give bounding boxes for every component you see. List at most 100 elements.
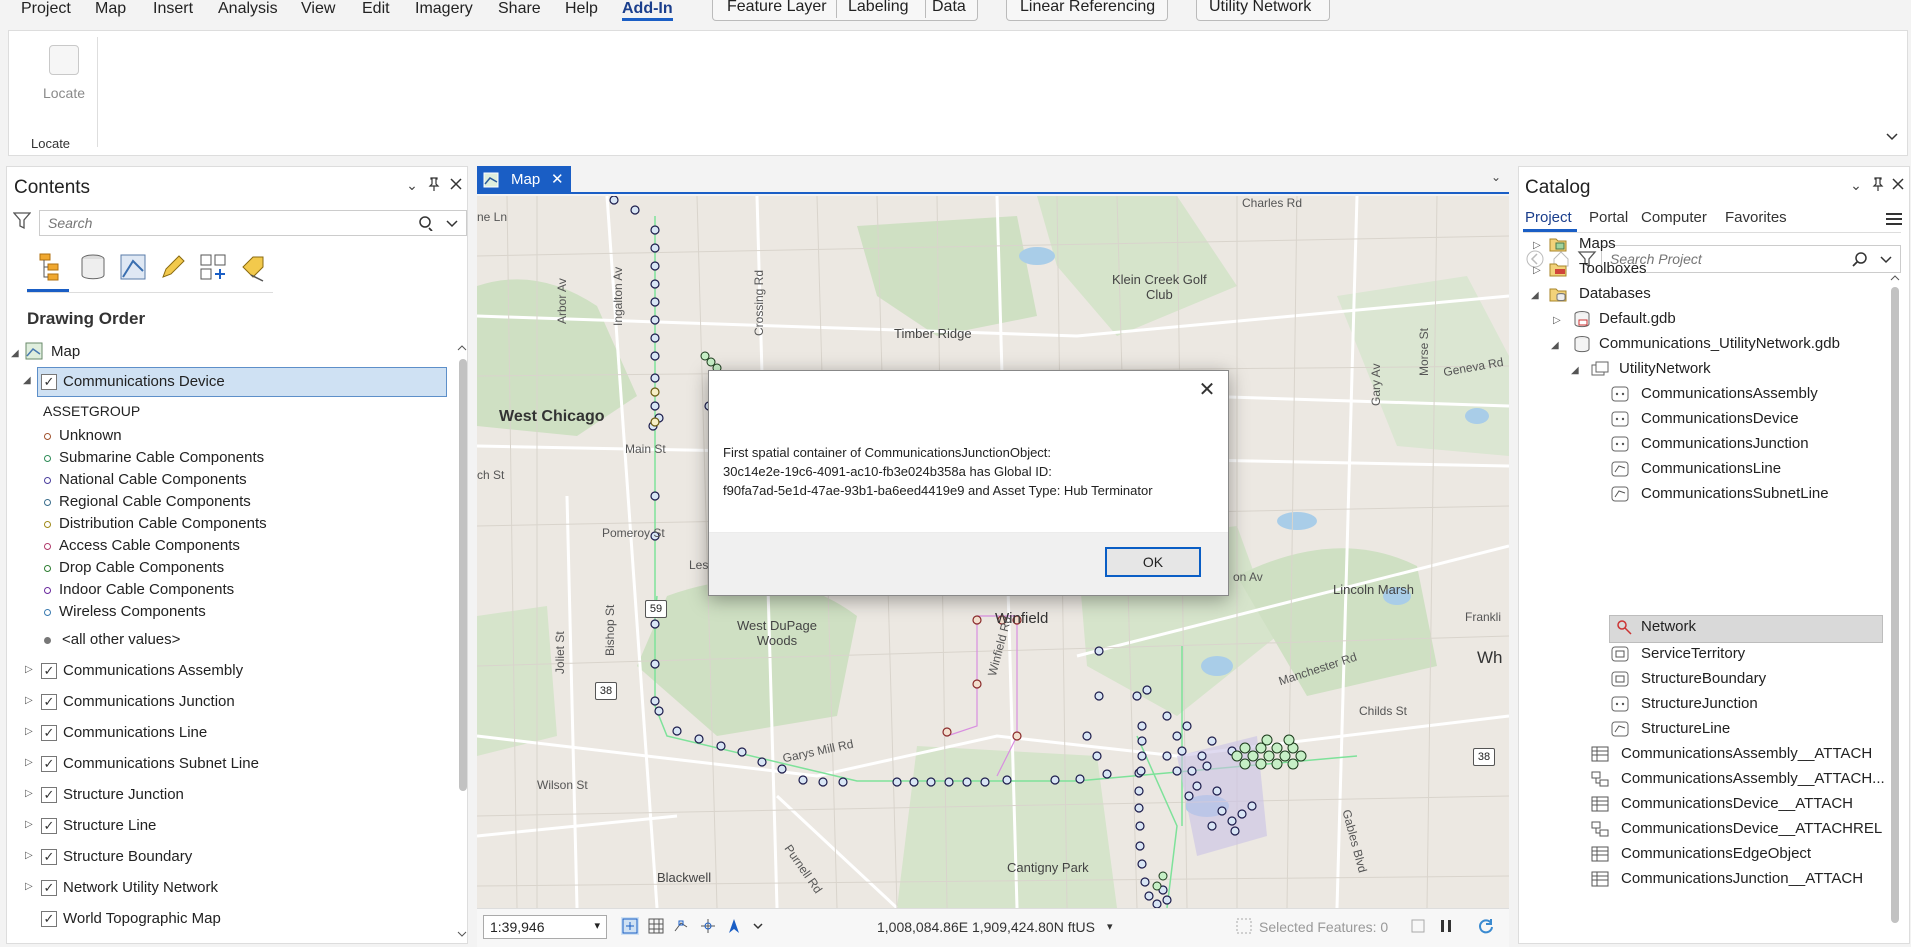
visibility-checkbox[interactable]: ✓ — [41, 374, 57, 390]
toc-layer[interactable]: World Topographic Map — [63, 910, 221, 932]
tab-insert[interactable]: Insert — [153, 0, 193, 18]
catalog-item[interactable]: CommunicationsDevice__ATTACH — [1621, 795, 1853, 819]
visibility-checkbox[interactable]: ✓ — [41, 756, 57, 772]
close-icon[interactable] — [447, 177, 465, 195]
visibility-checkbox[interactable]: ✓ — [41, 694, 57, 710]
expand-triangle-icon[interactable]: ▷ — [25, 757, 35, 768]
visibility-checkbox[interactable]: ✓ — [41, 818, 57, 834]
toc-layer[interactable]: Communications Assembly — [63, 662, 243, 684]
expand-triangle-icon[interactable]: ▷ — [1533, 240, 1543, 251]
scale-dropdown[interactable]: 1:39,946 ▾ — [483, 915, 607, 939]
catalog-item[interactable]: CommunicationsDevice — [1641, 410, 1799, 434]
catalog-item[interactable]: StructureBoundary — [1641, 670, 1766, 694]
tab-portal[interactable]: Portal — [1589, 209, 1628, 226]
catalog-item[interactable]: CommunicationsAssembly__ATTACH — [1621, 745, 1872, 769]
tab-project[interactable]: Project — [21, 0, 71, 18]
coordinate-icon[interactable] — [699, 917, 717, 935]
chevron-down-icon[interactable] — [1878, 251, 1894, 267]
chevron-down-icon[interactable]: ▾ — [1107, 920, 1113, 933]
filter-icon[interactable] — [13, 211, 31, 231]
snapping-icon[interactable] — [673, 917, 691, 935]
collapse-triangle-icon[interactable]: ◢ — [23, 375, 33, 386]
catalog-item[interactable]: CommunicationsEdgeObject — [1621, 845, 1811, 869]
fixed-scale-icon[interactable] — [621, 917, 639, 935]
tab-favorites[interactable]: Favorites — [1725, 209, 1787, 226]
close-icon[interactable]: ✕ — [1196, 379, 1218, 401]
chevron-down-icon[interactable] — [749, 917, 767, 935]
chevron-down-icon[interactable]: ⌄ — [1847, 177, 1865, 195]
toc-layer[interactable]: Communications Subnet Line — [63, 755, 259, 777]
tab-map-view[interactable]: Map ✕ — [477, 166, 571, 194]
tab-linear-referencing[interactable]: Linear Referencing — [1020, 0, 1155, 16]
data-source-icon[interactable] — [77, 251, 109, 283]
catalog-item[interactable]: CommunicationsDevice__ATTACHREL — [1621, 820, 1882, 844]
chevron-down-icon[interactable]: ⌄ — [1491, 170, 1501, 184]
expand-triangle-icon[interactable]: ▷ — [1533, 265, 1543, 276]
toc-layer[interactable]: Network Utility Network — [63, 879, 218, 901]
catalog-item[interactable]: Maps — [1579, 235, 1616, 259]
catalog-item[interactable]: StructureLine — [1641, 720, 1730, 744]
scrollbar-thumb[interactable] — [459, 359, 467, 791]
scroll-up-icon[interactable] — [1890, 273, 1900, 283]
tab-add-in[interactable]: Add-In — [622, 0, 673, 21]
catalog-item[interactable]: CommunicationsSubnetLine — [1641, 485, 1829, 509]
visibility-checkbox[interactable]: ✓ — [41, 880, 57, 896]
expand-triangle-icon[interactable]: ▷ — [25, 850, 35, 861]
chevron-down-icon[interactable]: ⌄ — [403, 177, 421, 195]
tab-utility-network[interactable]: Utility Network — [1209, 0, 1311, 16]
editing-icon[interactable] — [157, 251, 189, 283]
collapse-triangle-icon[interactable]: ◢ — [11, 348, 21, 359]
tab-analysis[interactable]: Analysis — [218, 0, 278, 18]
drawing-order-icon[interactable] — [37, 251, 69, 283]
chevron-down-icon[interactable] — [444, 215, 460, 231]
tab-data[interactable]: Data — [932, 0, 966, 16]
collapse-triangle-icon[interactable]: ◢ — [1571, 365, 1581, 376]
toc-layer[interactable]: Structure Boundary — [63, 848, 192, 870]
toc-layer[interactable]: Structure Line — [63, 817, 156, 839]
catalog-item[interactable]: UtilityNetwork — [1619, 360, 1711, 384]
expand-triangle-icon[interactable]: ▷ — [25, 788, 35, 799]
tab-project[interactable]: Project — [1525, 209, 1572, 226]
contents-search-box[interactable] — [39, 210, 467, 236]
pin-icon[interactable] — [425, 177, 443, 195]
refresh-cache-icon[interactable] — [1409, 917, 1427, 935]
tab-map[interactable]: Map — [95, 0, 126, 18]
grid-icon[interactable] — [647, 917, 665, 935]
expand-triangle-icon[interactable]: ▷ — [25, 881, 35, 892]
tab-labeling[interactable]: Labeling — [848, 0, 909, 16]
catalog-item[interactable]: ServiceTerritory — [1641, 645, 1745, 669]
tab-help[interactable]: Help — [565, 0, 598, 18]
close-icon[interactable]: ✕ — [551, 170, 564, 188]
expand-triangle-icon[interactable]: ▷ — [25, 695, 35, 706]
catalog-item[interactable]: Communications_UtilityNetwork.gdb — [1599, 335, 1840, 359]
collapse-triangle-icon[interactable]: ◢ — [1551, 340, 1561, 351]
toc-map[interactable]: Map — [51, 343, 80, 365]
north-arrow-icon[interactable] — [725, 917, 743, 935]
selection-icon[interactable] — [1235, 917, 1253, 935]
selection-icon[interactable] — [117, 251, 149, 283]
catalog-item[interactable]: CommunicationsAssembly — [1641, 385, 1818, 409]
visibility-checkbox[interactable]: ✓ — [41, 663, 57, 679]
collapse-triangle-icon[interactable]: ◢ — [1531, 290, 1541, 301]
catalog-item[interactable]: CommunicationsJunction — [1641, 435, 1809, 459]
catalog-item[interactable]: CommunicationsAssembly__ATTACH... — [1621, 770, 1885, 794]
tab-edit[interactable]: Edit — [362, 0, 390, 18]
refresh-icon[interactable] — [1477, 917, 1495, 935]
tab-imagery[interactable]: Imagery — [415, 0, 473, 18]
ok-button[interactable]: OK — [1105, 547, 1201, 577]
chevron-down-icon[interactable] — [1885, 129, 1899, 143]
search-icon[interactable] — [418, 215, 434, 231]
expand-triangle-icon[interactable]: ▷ — [25, 726, 35, 737]
toc-layer[interactable]: Communications Line — [63, 724, 207, 746]
catalog-item[interactable]: CommunicationsJunction__ATTACH — [1621, 870, 1863, 894]
tab-feature-layer[interactable]: Feature Layer — [727, 0, 827, 16]
tab-view[interactable]: View — [301, 0, 335, 18]
contents-search-input[interactable] — [46, 211, 410, 235]
search-icon[interactable] — [1852, 251, 1868, 267]
toc-layer[interactable]: Communications Junction — [63, 693, 235, 715]
pin-icon[interactable] — [1869, 177, 1887, 195]
visibility-checkbox[interactable]: ✓ — [41, 849, 57, 865]
close-icon[interactable] — [1889, 177, 1907, 195]
toc-layer[interactable]: Structure Junction — [63, 786, 184, 808]
tab-computer[interactable]: Computer — [1641, 209, 1707, 226]
